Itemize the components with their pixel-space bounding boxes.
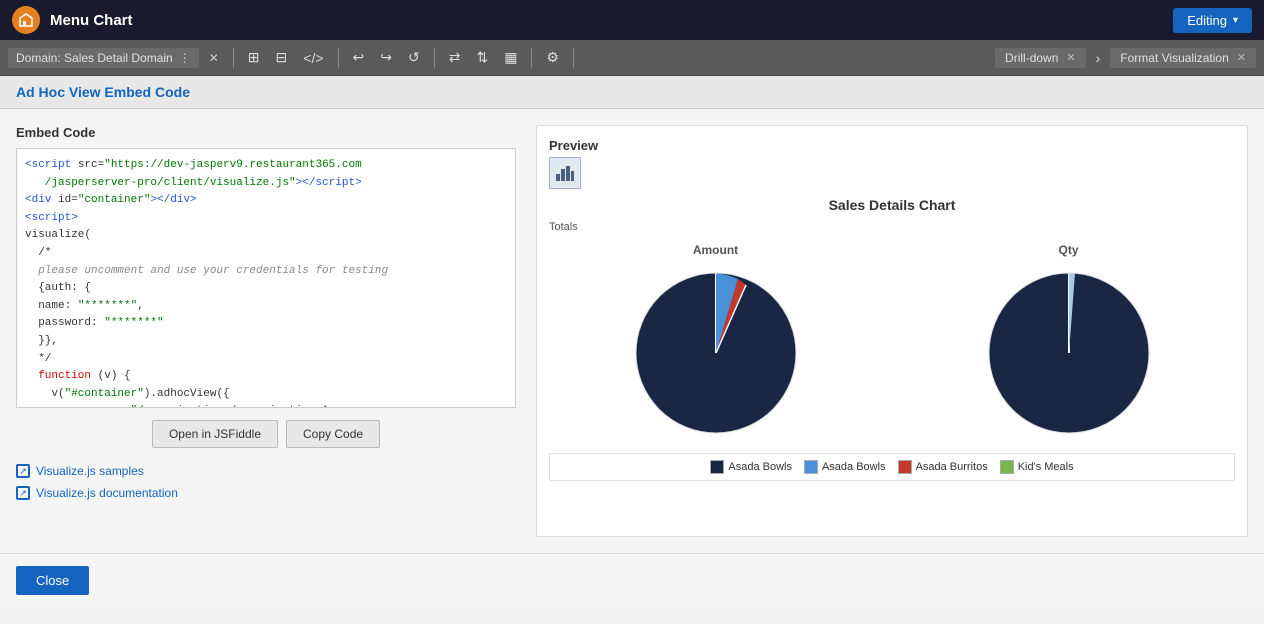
code-button[interactable]: </> — [297, 46, 329, 70]
charts-row: Amount — [549, 243, 1235, 443]
code-line-9: name: "*******", — [25, 298, 507, 316]
bar-chart-icon — [555, 164, 575, 182]
editing-button[interactable]: Editing ▾ — [1173, 8, 1252, 33]
legend-color-1 — [710, 460, 724, 474]
code-line-6: /* — [25, 245, 507, 263]
settings-button[interactable]: ⚙ — [540, 45, 565, 70]
qty-pie-chart — [979, 263, 1159, 443]
toolbar-separator-1 — [233, 48, 234, 68]
legend-label-1: Asada Bowls — [728, 461, 792, 473]
format-close-button[interactable]: ✕ — [1237, 51, 1246, 64]
code-line-12: */ — [25, 351, 507, 369]
legend: Asada Bowls Asada Bowls Asada Burritos K… — [549, 453, 1235, 481]
domain-menu-icon[interactable]: ⋮ — [179, 51, 191, 65]
domain-close-button[interactable]: ✕ — [203, 47, 225, 69]
main-content: Embed Code <script src="https://dev-jasp… — [0, 109, 1264, 553]
legend-label-3: Asada Burritos — [916, 461, 988, 473]
code-line-11: }}, — [25, 333, 507, 351]
external-link-icon-1 — [16, 464, 30, 478]
code-area-wrapper: <script src="https://dev-jasperv9.restau… — [16, 148, 516, 408]
page-title: Ad Hoc View Embed Code — [16, 84, 1248, 100]
close-button[interactable]: Close — [16, 566, 89, 595]
code-line-7: please uncomment and use your credential… — [25, 263, 507, 281]
chart-type-icon — [549, 157, 581, 189]
chart-header — [549, 157, 1235, 193]
code-line-4: <script> — [25, 210, 507, 228]
sort-button[interactable]: ⇅ — [470, 45, 494, 70]
legend-label-4: Kid's Meals — [1018, 461, 1074, 473]
app-logo — [12, 6, 40, 34]
code-display[interactable]: <script src="https://dev-jasperv9.restau… — [17, 149, 515, 407]
external-link-icon-2 — [16, 486, 30, 500]
drill-panel: Drill-down ✕ — [995, 48, 1086, 68]
drill-close-button[interactable]: ✕ — [1066, 51, 1075, 64]
reset-button[interactable]: ↺ — [402, 45, 426, 70]
qty-pie-wrap: Qty — [979, 243, 1159, 443]
expand-button[interactable]: › — [1090, 46, 1107, 70]
amount-label: Amount — [693, 243, 738, 257]
left-panel: Embed Code <script src="https://dev-jasp… — [16, 125, 516, 537]
toolbar-separator-4 — [531, 48, 532, 68]
undo-button[interactable]: ↩ — [347, 45, 371, 70]
format-panel: Format Visualization ✕ — [1110, 48, 1256, 68]
table-icon-button[interactable]: ⊞ — [242, 45, 266, 70]
code-line-5: visualize( — [25, 227, 507, 245]
amount-pie-wrap: Amount — [626, 243, 806, 443]
flip-button[interactable]: ⇄ — [443, 45, 467, 70]
open-jsfiddle-button[interactable]: Open in JSFiddle — [152, 420, 278, 448]
legend-color-4 — [1000, 460, 1014, 474]
qty-label: Qty — [1058, 243, 1078, 257]
code-line-13: function (v) { — [25, 368, 507, 386]
legend-color-3 — [898, 460, 912, 474]
legend-item-3: Asada Burritos — [898, 460, 988, 474]
visualize-samples-link[interactable]: Visualize.js samples — [16, 464, 516, 478]
amount-pie-chart — [626, 263, 806, 443]
page-header: Ad Hoc View Embed Code — [0, 76, 1264, 109]
top-header: Menu Chart Editing ▾ — [0, 0, 1264, 40]
visualize-docs-link[interactable]: Visualize.js documentation — [16, 486, 516, 500]
code-line-10: password: "*******" — [25, 315, 507, 333]
domain-label: Domain: Sales Detail Domain ⋮ — [8, 48, 199, 68]
logo-icon — [18, 12, 34, 28]
chart-type-button[interactable]: ⊟ — [270, 45, 294, 70]
code-line-1: <script src="https://dev-jasperv9.restau… — [25, 157, 507, 175]
chart-title: Sales Details Chart — [549, 197, 1235, 213]
preview-title: Preview — [549, 138, 1235, 153]
redo-button[interactable]: ↪ — [374, 45, 398, 70]
legend-item-1: Asada Bowls — [710, 460, 792, 474]
toolbar: Domain: Sales Detail Domain ⋮ ✕ ⊞ ⊟ </> … — [0, 40, 1264, 76]
legend-item-2: Asada Bowls — [804, 460, 886, 474]
totals-label: Totals — [549, 221, 1235, 233]
toolbar-separator-5 — [573, 48, 574, 68]
layout-button[interactable]: ▦ — [498, 45, 523, 70]
code-line-3: <div id="container"></div> — [25, 192, 507, 210]
embed-code-title: Embed Code — [16, 125, 516, 140]
app-title: Menu Chart — [50, 12, 1173, 29]
links-section: Visualize.js samples Visualize.js docume… — [16, 464, 516, 500]
code-line-15: resource: "/organizations/organization_1 — [25, 403, 507, 407]
toolbar-separator-2 — [338, 48, 339, 68]
footer: Close — [0, 553, 1264, 607]
right-panel: Preview Sales Details Chart Totals Amoun… — [536, 125, 1248, 537]
toolbar-separator-3 — [434, 48, 435, 68]
code-line-14: v("#container").adhocView({ — [25, 386, 507, 404]
button-row: Open in JSFiddle Copy Code — [16, 420, 516, 448]
chart-container: Sales Details Chart Totals Amount — [549, 157, 1235, 481]
chevron-down-icon: ▾ — [1233, 15, 1238, 26]
legend-color-2 — [804, 460, 818, 474]
legend-item-4: Kid's Meals — [1000, 460, 1074, 474]
code-line-8: {auth: { — [25, 280, 507, 298]
code-line-2: /jasperserver-pro/client/visualize.js"><… — [25, 175, 507, 193]
legend-label-2: Asada Bowls — [822, 461, 886, 473]
copy-code-button[interactable]: Copy Code — [286, 420, 380, 448]
